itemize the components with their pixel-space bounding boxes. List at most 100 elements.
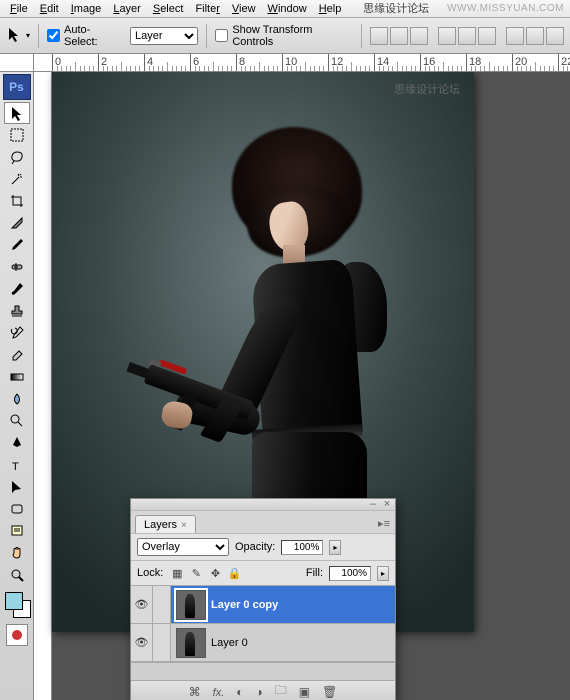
layer-thumbnail[interactable] [176, 628, 206, 658]
distribute-icon[interactable] [506, 27, 524, 45]
distribute-icon[interactable] [526, 27, 544, 45]
lock-transparency-icon[interactable]: ▦ [169, 565, 185, 581]
menu-layer[interactable]: Layer [107, 3, 147, 15]
zoom-tool[interactable] [4, 564, 30, 586]
layer-row[interactable]: 👁 Layer 0 copy [131, 586, 395, 624]
crop-tool[interactable] [4, 190, 30, 212]
ruler-row: 0246810121416182022 [0, 54, 570, 72]
dodge-tool[interactable] [4, 410, 30, 432]
ruler-origin[interactable] [0, 54, 34, 72]
fill-flyout-icon[interactable]: ▸ [377, 566, 389, 581]
menu-file[interactable]: File [4, 3, 34, 15]
link-column[interactable] [153, 624, 171, 661]
menu-view[interactable]: View [226, 3, 262, 15]
menu-edit[interactable]: Edit [34, 3, 65, 15]
group-icon[interactable]: 🗀 [275, 681, 287, 700]
stamp-tool[interactable] [4, 300, 30, 322]
panel-bottom-bar: ⌘ fx. ◐ ◑ 🗀 ▣ 🗑 [131, 680, 395, 700]
divider [361, 24, 362, 48]
canvas-area[interactable]: 思缘设计论坛 [34, 72, 570, 700]
tab-label: Layers [144, 519, 177, 531]
path-select-tool[interactable] [4, 476, 30, 498]
lock-pixels-icon[interactable]: ✎ [188, 565, 204, 581]
notes-tool[interactable] [4, 520, 30, 542]
eyedropper-tool[interactable] [4, 234, 30, 256]
menu-help[interactable]: Help [313, 3, 348, 15]
history-brush-tool[interactable] [4, 322, 30, 344]
menu-window[interactable]: Window [262, 3, 313, 15]
ruler-horizontal[interactable]: 0246810121416182022 [34, 54, 570, 72]
mask-icon[interactable]: ◐ [236, 685, 243, 699]
panel-menu-icon[interactable]: ▸≡ [373, 514, 395, 533]
blend-opacity-row: Overlay Opacity: 100% ▸ [131, 533, 395, 560]
new-layer-icon[interactable]: ▣ [299, 685, 310, 699]
auto-select-input[interactable] [47, 29, 60, 42]
lasso-tool[interactable] [4, 146, 30, 168]
lock-icons-group: ▦ ✎ ✥ 🔒 [169, 565, 242, 581]
hand-tool[interactable] [4, 542, 30, 564]
move-tool-indicator-icon: ▾ [6, 26, 30, 46]
visibility-toggle-icon[interactable]: 👁 [131, 586, 153, 623]
blur-tool[interactable] [4, 388, 30, 410]
distribute-icon[interactable] [546, 27, 564, 45]
auto-select-checkbox[interactable]: Auto-Select: [47, 24, 122, 48]
opacity-flyout-icon[interactable]: ▸ [329, 540, 341, 555]
lock-all-icon[interactable]: 🔒 [226, 565, 242, 581]
watermark-cn: 思缘设计论坛 [357, 0, 435, 18]
options-bar: ▾ Auto-Select: Layer Show Transform Cont… [0, 18, 570, 54]
align-hcenter-icon[interactable] [458, 27, 476, 45]
menu-filter[interactable]: Filter [189, 3, 225, 15]
layer-name[interactable]: Layer 0 copy [211, 599, 278, 611]
fx-icon[interactable]: fx. [213, 685, 225, 699]
layers-panel[interactable]: – × Layers × ▸≡ Overlay Opacity: 100% ▸ [130, 498, 396, 700]
auto-select-target-dropdown[interactable]: Layer [130, 27, 198, 45]
show-transform-checkbox[interactable]: Show Transform Controls [215, 24, 353, 48]
layer-row[interactable]: 👁 Layer 0 [131, 624, 395, 662]
pen-tool[interactable] [4, 432, 30, 454]
adjustment-layer-icon[interactable]: ◑ [256, 685, 263, 699]
gradient-tool[interactable] [4, 366, 30, 388]
show-transform-label: Show Transform Controls [232, 24, 353, 48]
ruler-vertical[interactable] [34, 72, 52, 700]
layer-thumbnail[interactable] [176, 590, 206, 620]
wand-tool[interactable] [4, 168, 30, 190]
align-right-icon[interactable] [478, 27, 496, 45]
menu-image[interactable]: Image [65, 3, 108, 15]
menu-select[interactable]: Select [147, 3, 190, 15]
move-tool[interactable] [4, 102, 30, 124]
trash-icon[interactable]: 🗑 [322, 685, 337, 699]
marquee-tool[interactable] [4, 124, 30, 146]
panel-titlebar[interactable]: – × [131, 499, 395, 511]
shape-tool[interactable] [4, 498, 30, 520]
fill-label: Fill: [306, 567, 323, 579]
tab-layers[interactable]: Layers × [135, 515, 196, 533]
link-layers-icon[interactable]: ⌘ [189, 685, 201, 699]
align-vcenter-icon[interactable] [390, 27, 408, 45]
opacity-input[interactable]: 100% [281, 540, 323, 555]
foreground-color-swatch[interactable] [5, 592, 23, 610]
show-transform-input[interactable] [215, 29, 228, 42]
blend-mode-dropdown[interactable]: Overlay [137, 538, 229, 556]
brush-tool[interactable] [4, 278, 30, 300]
fill-input[interactable]: 100% [329, 566, 371, 581]
minimize-icon[interactable]: – [368, 501, 378, 509]
close-icon[interactable]: × [382, 501, 392, 509]
type-tool[interactable]: T [4, 454, 30, 476]
align-left-icon[interactable] [438, 27, 456, 45]
menu-bar: File Edit Image Layer Select Filter View… [0, 0, 570, 18]
link-column[interactable] [153, 586, 171, 623]
color-swatches[interactable] [3, 590, 31, 620]
align-bottom-icon[interactable] [410, 27, 428, 45]
eraser-tool[interactable] [4, 344, 30, 366]
healing-brush-tool[interactable] [4, 256, 30, 278]
slice-tool[interactable] [4, 212, 30, 234]
visibility-toggle-icon[interactable]: 👁 [131, 624, 153, 661]
lock-position-icon[interactable]: ✥ [207, 565, 223, 581]
tab-close-icon[interactable]: × [181, 520, 187, 531]
divider [206, 24, 207, 48]
quick-mask-toggle[interactable] [6, 624, 28, 646]
layer-name[interactable]: Layer 0 [211, 637, 248, 649]
align-top-icon[interactable] [370, 27, 388, 45]
opacity-label: Opacity: [235, 541, 275, 553]
doc-watermark: 思缘设计论坛 [394, 86, 460, 95]
